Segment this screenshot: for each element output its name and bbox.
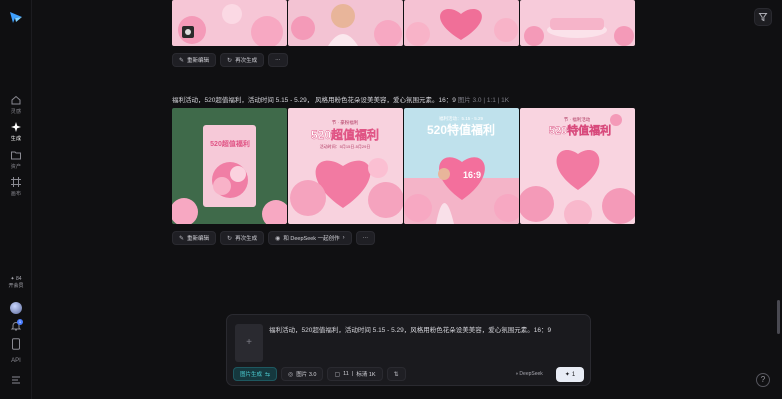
filter-button[interactable] <box>754 8 772 26</box>
deepseek-icon: ◑ <box>515 371 519 377</box>
image-title: 520超值福利 <box>210 139 250 148</box>
logo-icon[interactable] <box>9 10 23 24</box>
result-grid-1 <box>172 0 635 46</box>
result-actions-2: ✎ 重新编辑 ↻ 再次生成 ◉ 和 DeepSeek 一起创作 › ··· <box>172 231 376 245</box>
help-button[interactable]: ? <box>756 373 770 387</box>
folder-icon <box>11 151 21 160</box>
sidebar: 灵感 生成 资产 画布 ✦ 84 开会员 1 API <box>0 0 32 399</box>
model-icon: ◎ <box>288 371 294 378</box>
edit-icon: ✎ <box>179 57 185 64</box>
app-root: 灵感 生成 资产 画布 ✦ 84 开会员 1 API ✎ 重新编辑 ↻ 再次生成… <box>0 0 782 399</box>
sidebar-item-generate[interactable]: 生成 <box>0 121 32 142</box>
scrollbar[interactable] <box>777 300 780 334</box>
result-actions-1: ✎ 重新编辑 ↻ 再次生成 ··· <box>172 53 288 67</box>
filter-icon <box>758 13 768 22</box>
image-title: 520超值福利 <box>311 127 379 142</box>
refresh-icon: ↻ <box>227 57 233 64</box>
question-icon: ? <box>760 375 766 384</box>
credits-value: ✦ 84 <box>10 276 22 282</box>
result-image[interactable]: 福利活动：5.15 - 5.29 520特值福利 16:9 <box>404 108 519 224</box>
sidebar-item-label: 资产 <box>10 164 22 170</box>
reedit-button[interactable]: ✎ 重新编辑 <box>172 231 217 245</box>
result-image[interactable] <box>172 0 287 46</box>
sparkle-icon <box>11 122 21 132</box>
prompt-line: 福利活动，520超值福利，活动时间 5.15 - 5.29， 风格用粉色花朵设美… <box>172 94 509 104</box>
image-date: 活动时间：5月15日-5月29日 <box>320 143 371 149</box>
separator: | <box>351 371 354 377</box>
result-image[interactable] <box>520 0 635 46</box>
result-image[interactable]: 520超值福利 <box>172 108 287 224</box>
add-reference-button[interactable]: + <box>235 324 263 362</box>
image-ratio: 16:9 <box>463 170 481 180</box>
phone-icon[interactable] <box>11 338 21 350</box>
result-image[interactable]: 节 · 豪粉福利 520超值福利 活动时间：5月15日-5月29日 <box>288 108 403 224</box>
api-link[interactable]: API <box>0 358 32 364</box>
chevron-right-icon: › <box>342 235 345 241</box>
deepseek-icon: ◉ <box>275 235 281 242</box>
refresh-icon: ↻ <box>227 235 233 242</box>
image-subtitle: 节 · 豪粉福利 <box>332 119 359 126</box>
avatar[interactable] <box>10 302 22 314</box>
sidebar-item-label: 生成 <box>10 136 22 142</box>
result-image[interactable] <box>288 0 403 46</box>
sidebar-item-canvas[interactable]: 画布 <box>0 176 32 197</box>
regenerate-button[interactable]: ↻ 再次生成 <box>220 231 265 245</box>
credits-label: 开会员 <box>8 283 24 289</box>
sliders-icon: ⇅ <box>393 371 399 378</box>
home-icon <box>11 95 21 105</box>
prompt-text: 福利活动，520超值福利，活动时间 5.15 - 5.29， 风格用粉色花朵设美… <box>172 97 456 104</box>
edit-icon: ✎ <box>179 235 185 242</box>
notification-badge: 1 <box>17 319 23 325</box>
swap-icon: ⇆ <box>265 371 271 378</box>
generate-button[interactable]: ✦ 1 <box>556 367 584 382</box>
result-image[interactable]: 节 · 福利活动 520特值福利 <box>520 108 635 224</box>
canvas-icon <box>11 177 21 187</box>
prompt-input[interactable]: 福利活动，520超值福利，活动时间 5.15 - 5.29，风格用粉色花朵设美美… <box>269 324 551 334</box>
ratio-icon: ▢ <box>334 371 341 378</box>
prompt-composer: + 福利活动，520超值福利，活动时间 5.15 - 5.29，风格用粉色花朵设… <box>226 314 591 386</box>
image-subtitle: 节 · 福利活动 <box>564 116 591 123</box>
sidebar-item-assets[interactable]: 资产 <box>0 149 32 170</box>
deepseek-toggle[interactable]: ◑ DeepSeek <box>515 371 543 377</box>
mode-selector[interactable]: 图片生成 ⇆ <box>233 367 278 381</box>
menu-icon[interactable] <box>11 376 21 384</box>
deepseek-create-button[interactable]: ◉ 和 DeepSeek 一起创作 › <box>268 231 352 245</box>
image-subtitle: 福利活动：5.15 - 5.29 <box>439 115 484 122</box>
plus-icon: + <box>246 337 252 348</box>
model-selector[interactable]: ◎ 图片 3.0 <box>281 367 324 381</box>
sidebar-item-label: 画布 <box>10 191 22 197</box>
ratio-quality-selector[interactable]: ▢ 11 | 标清 1K <box>327 367 383 381</box>
image-title: 520特值福利 <box>427 122 495 137</box>
settings-button[interactable]: ⇅ <box>386 367 406 381</box>
result-image[interactable] <box>404 0 519 46</box>
composer-tools: 图片生成 ⇆ ◎ 图片 3.0 ▢ 11 | 标清 1K ⇅ <box>233 367 406 381</box>
regenerate-button[interactable]: ↻ 再次生成 <box>220 53 265 67</box>
sidebar-item-label: 灵感 <box>10 109 22 115</box>
credits-block[interactable]: ✦ 84 开会员 <box>0 276 32 290</box>
image-title: 520特值福利 <box>549 123 611 137</box>
result-grid-2: 520超值福利 节 · 豪粉福利 520超值福利 活动时间：5月15日-5月29… <box>172 108 635 224</box>
more-button[interactable]: ··· <box>268 53 288 67</box>
more-button[interactable]: ··· <box>355 231 376 245</box>
reedit-button[interactable]: ✎ 重新编辑 <box>172 53 217 67</box>
prompt-meta: 图片 3.0 | 1:1 | 1K <box>457 97 510 104</box>
sidebar-item-inspiration[interactable]: 灵感 <box>0 94 32 115</box>
sparkle-icon: ✦ <box>564 372 570 378</box>
